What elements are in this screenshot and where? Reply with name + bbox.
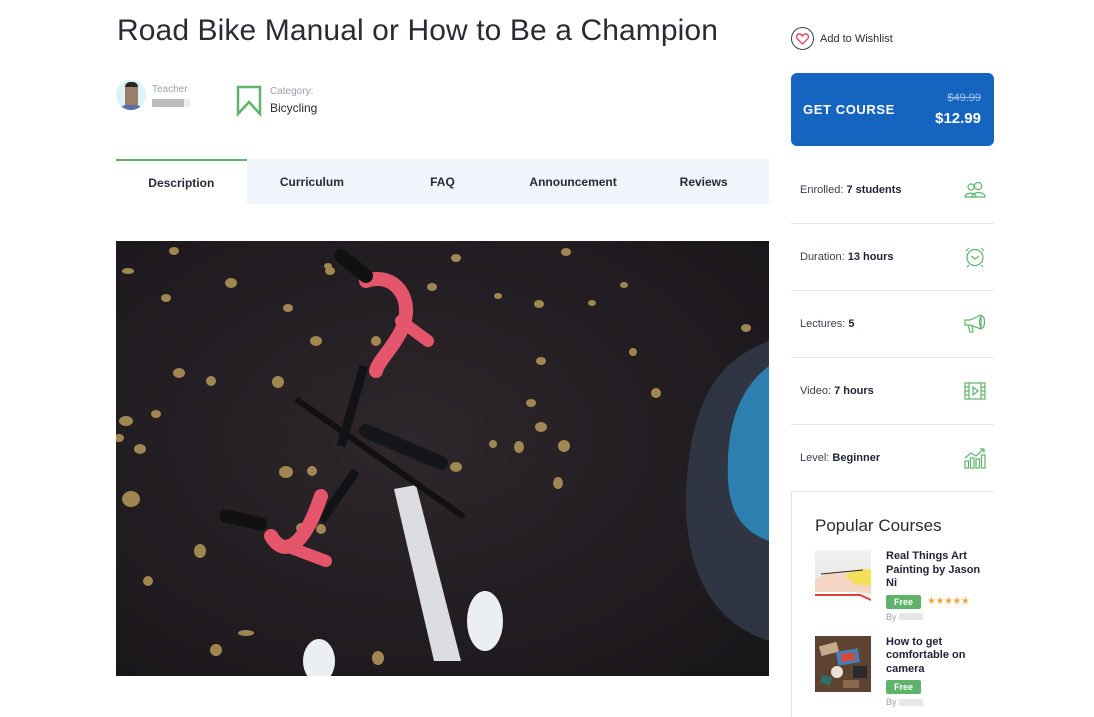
course-author: By [886,697,986,707]
course-thumbnail[interactable] [815,550,871,606]
category-info: Category: Bicycling [236,85,317,117]
users-icon [964,181,986,198]
course-thumbnail[interactable] [815,635,871,692]
category-value[interactable]: Bicycling [270,100,317,116]
stat-value: 5 [848,318,855,330]
stat-label: Lectures: [800,318,846,330]
stat-label: Duration: [800,251,845,263]
wishlist-label: Add to Wishlist [820,32,893,45]
teacher-info[interactable]: Teacher [116,80,190,110]
bicycle-photo [116,241,769,676]
popular-course-item[interactable]: How to get comfortable on camera Free By [815,635,994,707]
megaphone-icon [964,314,986,333]
tab-curriculum[interactable]: Curriculum [247,159,378,204]
stat-value: 13 hours [847,251,894,263]
stat-duration: Duration: 13 hours [791,224,994,291]
original-price: $49.99 [947,91,981,104]
stat-value: 7 students [846,184,902,196]
bookmark-icon [236,85,262,117]
course-title-link[interactable]: How to get comfortable on camera [886,636,986,677]
get-course-button[interactable]: GET COURSE $49.99 $12.99 [791,73,994,146]
teacher-name-redacted [152,98,190,107]
stat-lectures: Lectures: 5 [791,291,994,358]
price-badge: Free [886,594,922,609]
author-name-redacted [898,698,923,706]
course-stats: Enrolled: 7 students Duration: 13 hours … [791,157,994,492]
course-hero-image [116,241,769,676]
stat-value: 7 hours [834,385,874,397]
tab-announcement[interactable]: Announcement [508,159,639,204]
tab-faq[interactable]: FAQ [377,159,508,204]
tab-description[interactable]: Description [116,159,247,204]
stat-label: Enrolled: [800,184,844,196]
teacher-avatar [116,80,146,110]
popular-courses-heading: Popular Courses [815,516,942,535]
sale-price: $12.99 [935,109,981,127]
tab-reviews[interactable]: Reviews [638,159,769,204]
course-title: Road Bike Manual or How to Be a Champion [117,14,718,47]
stat-value: Beginner [832,452,881,464]
course-page: Road Bike Manual or How to Be a Champion… [0,0,1094,717]
add-to-wishlist-button[interactable]: Add to Wishlist [791,27,893,50]
course-author: By [886,612,986,622]
course-title-link[interactable]: Real Things Art Painting by Jason Ni [886,550,986,591]
growth-chart-icon [964,448,986,469]
video-film-icon [964,382,986,400]
stat-level: Level: Beginner [791,425,994,492]
stat-video: Video: 7 hours [791,358,994,425]
price-badge: Free [886,680,922,694]
get-course-label: GET COURSE [803,102,895,117]
stat-label: Video: [800,385,831,397]
popular-course-item[interactable]: Real Things Art Painting by Jason Ni Fre… [815,550,994,622]
popular-courses: Popular Courses Real Things Art Painting… [791,492,994,717]
course-meta: Teacher Category: Bicycling [116,80,317,117]
alarm-clock-icon [965,247,985,268]
author-name-redacted [898,613,923,620]
teacher-label: Teacher [152,83,188,95]
course-tabs: Description Curriculum FAQ Announcement … [116,159,769,204]
rating-stars-icon: ★★★★★ [927,596,970,607]
by-label: By [886,697,897,707]
category-label: Category: [270,86,314,97]
by-label: By [886,611,897,622]
stat-enrolled: Enrolled: 7 students [791,157,994,224]
heart-icon [791,27,814,50]
stat-label: Level: [800,452,830,464]
